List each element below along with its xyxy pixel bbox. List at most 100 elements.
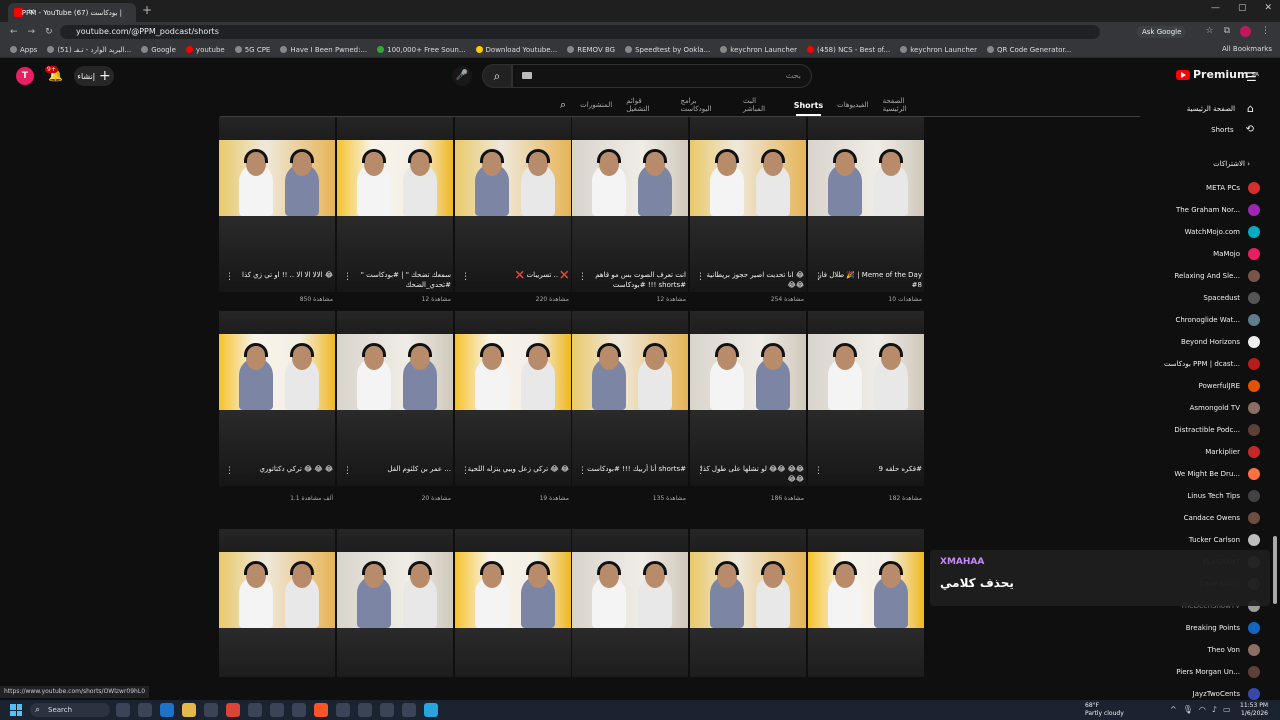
sidebar-scrollbar[interactable] <box>1273 536 1277 604</box>
bookmark-item[interactable]: 100,000+ Free Soun... <box>377 46 466 54</box>
chrome-icon[interactable] <box>226 703 240 717</box>
short-title[interactable]: أنا أربيك !!! #بودكاست shorts# <box>582 464 686 474</box>
short-thumbnail[interactable] <box>572 117 688 292</box>
bookmark-item[interactable]: keychron Launcher <box>720 46 797 54</box>
sidebar-channel-item[interactable]: Linus Tech Tips <box>1187 490 1260 502</box>
tab-home[interactable]: الصفحة الرئيسية <box>883 97 930 113</box>
tab-videos[interactable]: الفيديوهات <box>837 101 868 109</box>
more-options-icon[interactable]: ⋮ <box>343 466 352 476</box>
task-view-icon[interactable] <box>138 703 152 717</box>
widgets-icon[interactable] <box>116 703 130 717</box>
bookmark-item[interactable]: (458) NCS - Best of... <box>807 46 890 54</box>
sidebar-channel-item[interactable]: MaMojo <box>1213 248 1260 260</box>
app-icon[interactable] <box>248 703 262 717</box>
bookmark-item[interactable]: QR Code Generator... <box>987 46 1071 54</box>
app-icon[interactable] <box>270 703 284 717</box>
short-thumbnail[interactable] <box>219 311 335 486</box>
short-title[interactable]: " سمعك تضحك " | #بودكاست #تحدي_الضحك <box>347 270 451 290</box>
sidebar-channel-item[interactable]: JayzTwoCents <box>1193 688 1260 700</box>
more-options-icon[interactable]: ⋮ <box>461 272 470 282</box>
bookmark-item[interactable]: Download Youtube... <box>475 46 557 54</box>
more-options-icon[interactable]: ⋮ <box>225 272 234 282</box>
weather-widget[interactable]: 68°F Partly cloudy <box>1085 702 1124 718</box>
bookmark-item[interactable]: Apps <box>10 46 37 54</box>
edge-icon[interactable] <box>160 703 174 717</box>
sidebar-channel-item[interactable]: Markiplier <box>1205 446 1260 458</box>
wifi-icon[interactable]: ◠ <box>1199 705 1206 714</box>
sidebar-channel-item[interactable]: Spacedust <box>1203 292 1260 304</box>
short-thumbnail[interactable] <box>572 311 688 486</box>
browser-tab[interactable]: PPM - YouTube بودكاست (67) | ✕ <box>8 3 136 22</box>
sidebar-item-home[interactable]: الصفحة الرئيسية ⌂ <box>1187 102 1254 115</box>
new-tab-icon[interactable]: + <box>142 3 152 17</box>
telegram-icon[interactable] <box>424 703 438 717</box>
voice-search-mic-icon[interactable]: 🎤 <box>452 66 472 86</box>
more-options-icon[interactable]: ⋮ <box>814 272 823 282</box>
reload-icon[interactable]: ↻ <box>45 27 53 37</box>
bookmark-item[interactable]: Google <box>141 46 176 54</box>
bookmark-item[interactable]: (51) البريد الوارد - تـفـ... <box>47 46 131 54</box>
short-title[interactable]: ❌ تسريبات .. ❌ <box>465 270 569 280</box>
bookmark-item[interactable]: 5G CPE <box>234 46 270 54</box>
taskbar-search[interactable]: Search <box>30 703 110 717</box>
more-options-icon[interactable]: ⋮ <box>225 466 234 476</box>
more-options-icon[interactable]: ⋮ <box>461 466 470 476</box>
short-thumbnail[interactable] <box>690 117 806 292</box>
tab-shorts[interactable]: Shorts <box>794 101 823 110</box>
short-thumbnail[interactable] <box>690 311 806 486</box>
chevron-up-icon[interactable]: ^ <box>1170 705 1177 714</box>
short-title[interactable]: فكره حلقه 9# <box>818 464 922 474</box>
sidebar-channel-item[interactable]: Asmongold TV <box>1190 402 1260 414</box>
bookmark-item[interactable]: Have I Been Pwned:... <box>280 46 367 54</box>
search-input[interactable]: بحث <box>512 64 812 88</box>
app-icon[interactable] <box>336 703 350 717</box>
short-thumbnail[interactable] <box>808 311 924 486</box>
create-button[interactable]: إنشاء + <box>74 66 114 86</box>
sidebar-channel-item[interactable]: PowerfulJRE <box>1199 380 1260 392</box>
app-icon[interactable] <box>358 703 372 717</box>
short-thumbnail[interactable] <box>455 117 571 292</box>
tab-posts[interactable]: المنشورات <box>580 101 612 109</box>
ask-google-button[interactable]: Ask Google <box>1137 26 1187 38</box>
short-thumbnail[interactable] <box>808 117 924 292</box>
sidebar-channel-item[interactable]: Relaxing And Sle... <box>1174 270 1260 282</box>
app-icon[interactable] <box>380 703 394 717</box>
more-options-icon[interactable]: ⋮ <box>343 272 352 282</box>
all-bookmarks[interactable]: All Bookmarks <box>1222 45 1272 53</box>
short-title[interactable]: تركي دكتاتوري 😂 😂 😂 <box>229 464 333 474</box>
sidebar-channel-item[interactable]: Theo Von <box>1208 644 1260 656</box>
file-explorer-icon[interactable] <box>182 703 196 717</box>
guide-menu-icon[interactable]: ☰ <box>1246 70 1257 84</box>
keyboard-icon[interactable] <box>522 72 532 79</box>
url-field[interactable]: youtube.com/@PPM_podcast/shorts <box>60 25 1100 39</box>
sidebar-channel-item[interactable]: Breaking Points <box>1186 622 1260 634</box>
search-button[interactable]: ⌕ <box>482 64 512 88</box>
taskbar-clock[interactable]: 11:53 PM 1/6/2026 <box>1240 702 1268 718</box>
more-options-icon[interactable]: ⋮ <box>696 272 705 282</box>
app-icon[interactable] <box>402 703 416 717</box>
windows-start-icon[interactable] <box>10 704 22 716</box>
mic-icon[interactable]: 🎙 <box>1183 705 1193 714</box>
sidebar-channel-item[interactable]: Chronoglide Wat... <box>1175 314 1260 326</box>
sidebar-channel-item[interactable]: Beyond Horizons <box>1181 336 1260 348</box>
short-thumbnail[interactable] <box>337 117 453 292</box>
sidebar-channel-item[interactable]: WatchMojo.com <box>1185 226 1260 238</box>
sidebar-channel-item[interactable]: Piers Morgan Un... <box>1176 666 1260 678</box>
subscriptions-header[interactable]: الاشتراكات › <box>1213 160 1250 168</box>
sidebar-channel-item[interactable]: بودكاست PPM | dcast... <box>1164 358 1260 370</box>
more-options-icon[interactable]: ⋮ <box>696 466 705 476</box>
battery-icon[interactable]: ▭ <box>1223 705 1231 714</box>
minimize-icon[interactable]: — <box>1211 3 1220 13</box>
sidebar-channel-item[interactable]: META PCs <box>1206 182 1260 194</box>
sidebar-channel-item[interactable]: Tucker Carlson <box>1189 534 1260 546</box>
short-thumbnail[interactable] <box>455 311 571 486</box>
sidebar-channel-item[interactable]: Distractible Podc... <box>1174 424 1260 436</box>
short-thumbnail[interactable] <box>455 529 571 677</box>
sidebar-channel-item[interactable]: We Might Be Dru... <box>1174 468 1260 480</box>
account-avatar[interactable]: T <box>16 67 34 85</box>
short-title[interactable]: لو تشلها على طول كذا 😂😂 😂😂😂😂 <box>700 464 804 484</box>
short-thumbnail[interactable] <box>219 529 335 677</box>
more-options-icon[interactable]: ⋮ <box>578 272 587 282</box>
maximize-icon[interactable]: ▢ <box>1238 3 1247 13</box>
short-thumbnail[interactable] <box>219 117 335 292</box>
